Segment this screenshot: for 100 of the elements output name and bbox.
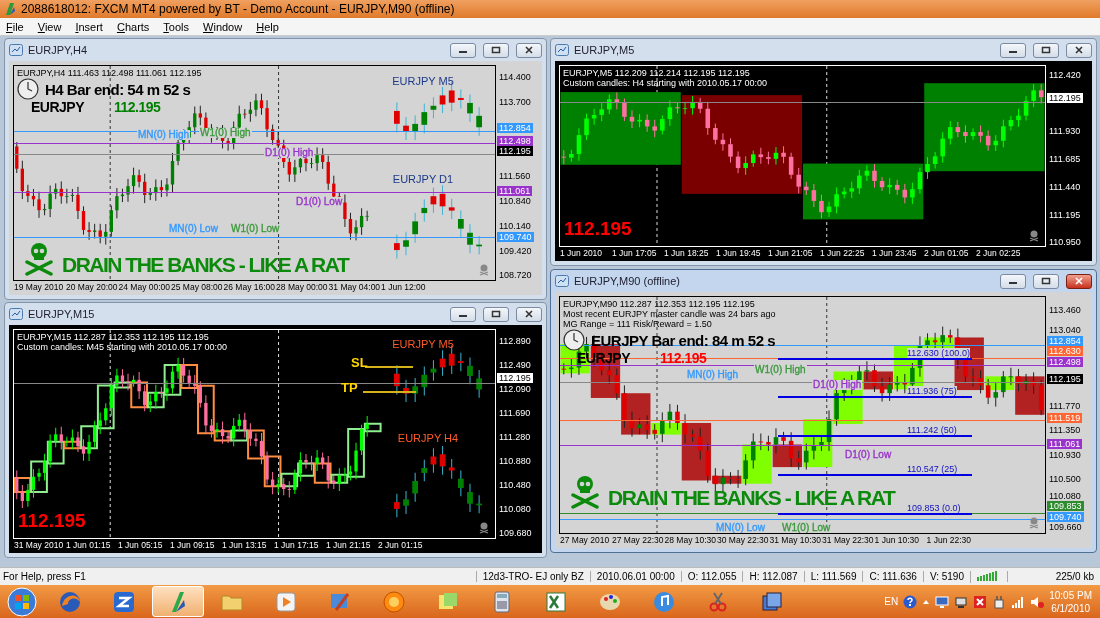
menu-item[interactable]: Help (250, 20, 287, 33)
level-label: D1(0) Low (844, 450, 893, 460)
monitor-icon[interactable] (935, 594, 950, 609)
price-tick: 111.440 (1049, 181, 1081, 192)
time-tick: 1 Jun 22:25 (819, 247, 866, 260)
status-field: V: 5190 (922, 571, 970, 582)
status-field: 2010.06.01 00:00 (589, 571, 681, 582)
time-tick: 24 May 00:00 (117, 281, 171, 294)
price-tick: 110.930 (1049, 449, 1081, 460)
menu-item[interactable]: File (0, 20, 32, 33)
price-tag: 109.740 (1047, 511, 1084, 522)
fib-level-label: 111.936 (75) (907, 386, 957, 396)
clock-icon (17, 78, 39, 100)
menu-item[interactable]: View (31, 20, 70, 33)
window-title: 2088618012: FXCM MT4 powered by BT - Demo Account - EURJPY,M90 (offline) (21, 2, 455, 16)
chart-info-text: EURJPY,M90 112.287 112.353 112.195 112.195 (563, 299, 756, 309)
maximize-icon (1041, 46, 1051, 54)
price-tick: 110.500 (1049, 474, 1081, 485)
close-button[interactable] (1066, 42, 1092, 58)
spreadsheet-icon (544, 589, 568, 614)
price-tag: 112.854 (497, 123, 533, 134)
time-tick: 1 Jun 2010 (559, 247, 604, 260)
maximize-button[interactable] (483, 42, 509, 58)
time-tick: 1 Jun 21:05 (767, 247, 814, 260)
close-button[interactable] (1066, 273, 1092, 289)
price-tag: 111.061 (497, 185, 533, 196)
signal-bars-icon[interactable] (1011, 594, 1026, 609)
speaker-muted-icon[interactable] (1030, 594, 1045, 609)
skull-crossbones-icon (24, 242, 54, 276)
chart-info-text: EURJPY,M15 112.287 112.353 112.195 112.195 (17, 332, 210, 342)
price-tag: 112.195 (1047, 374, 1083, 384)
chart-window-icon (9, 44, 23, 56)
maximize-icon (1041, 277, 1051, 285)
maximize-button[interactable] (1033, 42, 1059, 58)
price-tag: 111.519 (1047, 412, 1083, 423)
close-button[interactable] (516, 42, 542, 58)
minimize-button[interactable] (1000, 42, 1026, 58)
skull-icon (1029, 517, 1039, 529)
time-tick: 1 Jun 12:00 (380, 281, 427, 294)
menu-item[interactable]: Tools (157, 20, 198, 33)
close-button[interactable] (516, 306, 542, 322)
ball-icon (382, 589, 406, 614)
traffic-counter: 225/0 kb (1007, 571, 1100, 582)
plug-icon[interactable] (992, 594, 1007, 609)
time-tick: 1 Jun 01:15 (65, 539, 112, 552)
fib-level-label: 110.547 (25) (907, 464, 958, 474)
time-tick: 2 Jun 01:05 (923, 247, 970, 260)
maximize-button[interactable] (483, 306, 509, 322)
minimize-button[interactable] (450, 306, 476, 322)
price-tick: 110.480 (499, 480, 531, 491)
chart-info-text: MG Range = 111 Risk/Reward = 1.50 (563, 319, 713, 329)
globe-icon (58, 589, 82, 614)
chart-info-text: Custom candles: M45 starting with 2010.05.17 00:00 (17, 342, 228, 352)
chart-window-icon (555, 44, 569, 56)
level-label: MN(0) Low (168, 224, 219, 234)
time-tick: 20 May 20:00 (65, 281, 118, 294)
price-tag: 112.195 (1047, 92, 1083, 103)
level-label: W1(0) High (754, 365, 807, 375)
minimize-button[interactable] (1000, 273, 1026, 289)
symbol-label: EURJPY M5 (392, 75, 454, 87)
maximize-button[interactable] (1033, 273, 1059, 289)
skull-icon (1029, 230, 1039, 242)
skull-icon (479, 264, 489, 276)
price-tick: 112.090 (499, 383, 531, 394)
time-tick: 1 Jun 22:30 (925, 534, 972, 547)
menu-item[interactable]: Window (197, 20, 251, 33)
maximize-icon (491, 46, 501, 54)
price-tick: 110.080 (1049, 490, 1081, 501)
minimize-button[interactable] (450, 42, 476, 58)
bar-end-timer: H4 Bar end: 54 m 52 s (45, 80, 191, 98)
slogan-text: DRAIN THE BANKS - LIKE A RAT (608, 487, 895, 509)
play-icon (274, 589, 298, 614)
status-field: H: 112.087 (742, 571, 804, 582)
status-field: 12d3-TRO- EJ only BZ (475, 571, 590, 582)
level-label: MN(0) High (137, 130, 191, 140)
help-icon[interactable] (903, 594, 918, 609)
close-icon (524, 46, 534, 54)
chart-title: EURJPY,M15 (28, 308, 96, 320)
close-icon (1074, 277, 1084, 285)
menu-item[interactable]: Insert (69, 20, 111, 33)
price-tag: 112.630 (1047, 346, 1083, 357)
close-icon (524, 310, 534, 318)
price-tick: 109.420 (499, 245, 532, 256)
level-label: W1(0) Low (781, 523, 832, 533)
time-tick: 1 Jun 13:15 (221, 539, 268, 552)
time-tick: 1 Jun 23:45 (871, 247, 918, 260)
taskbar-app[interactable] (152, 586, 204, 617)
price-tick: 111.930 (1049, 125, 1081, 136)
menu-item[interactable]: Charts (110, 20, 158, 33)
chart-title: EURJPY,M90 (offline) (574, 275, 681, 287)
price-tick: 111.280 (499, 432, 531, 443)
price-tick: 111.560 (499, 171, 531, 182)
app-icon (4, 2, 16, 16)
price-tick: 110.880 (499, 456, 531, 467)
bar-end-timer: EURJPY Bar end: 84 m 52 s (591, 331, 775, 349)
chart-info-text: Custom candles: H4 starting with 2010.05.17 00:00 (563, 78, 768, 88)
price-tick: 110.950 (1049, 237, 1081, 247)
chart-title: EURJPY,M5 (574, 44, 636, 56)
price-tick: 111.350 (1049, 425, 1081, 436)
level-label: MN(0) High (686, 370, 740, 380)
